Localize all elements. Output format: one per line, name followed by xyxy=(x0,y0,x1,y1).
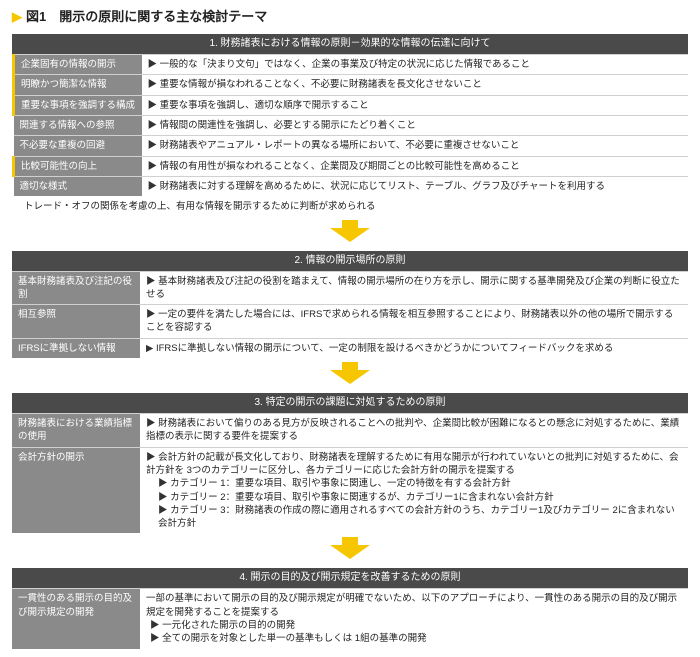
section-2-header: 2. 情報の開示場所の原則 xyxy=(12,251,688,271)
row-desc: 一部の基準において開示の目的及び開示規定が明確でないため、以下のアプローチにより… xyxy=(140,589,688,649)
figure-title: ▶ 図1 開示の原則に関する主な検討テーマ xyxy=(12,8,688,26)
row-label: 比較可能性の向上 xyxy=(14,156,142,176)
row-desc: 情報間の関連性を強調し、必要とする開示にたどり着くこと xyxy=(142,116,689,136)
row-label: 不必要な重複の回避 xyxy=(14,136,142,156)
section-1-header: 1. 財務諸表における情報の原則－効果的な情報の伝達に向けて xyxy=(12,34,688,54)
row-desc: 基本財務諸表及び注記の役割を踏まえて、情報の開示場所の在り方を示し、開示に関する… xyxy=(140,271,688,305)
section-1-table: 企業固有の情報の開示一般的な「決まり文句」ではなく、企業の事業及び特定の状況に応… xyxy=(12,54,688,196)
section-4-table: 一貫性のある開示の目的及び開示規定の開発 一部の基準において開示の目的及び開示規… xyxy=(12,588,688,648)
row-label: IFRSに準拠しない情報 xyxy=(12,338,140,358)
row-desc: IFRSに準拠しない情報の開示について、一定の制限を設けるべきかどうかについてフ… xyxy=(140,338,688,358)
row-label: 相互参照 xyxy=(12,305,140,339)
row-desc: 一定の要件を満たした場合には、IFRSで求められる情報を相互参照することにより、… xyxy=(140,305,688,339)
row-label: 関連する情報への参照 xyxy=(14,116,142,136)
section-1-note: トレード・オフの関係を考慮の上、有用な情報を開示するために判断が求められる xyxy=(24,200,688,213)
triangle-icon: ▶ xyxy=(12,9,22,24)
row-desc: 一般的な「決まり文句」ではなく、企業の事業及び特定の状況に応じた情報であること xyxy=(142,55,689,75)
section-4-header: 4. 開示の目的及び開示規定を改善するための原則 xyxy=(12,568,688,588)
row-desc: 財務諸表やアニュアル・レポートの異なる場所において、不必要に重複させないこと xyxy=(142,136,689,156)
arrow-icon xyxy=(12,537,688,564)
row-desc: 財務諸表において偏りのある見方が反映されることへの批判や、企業間比較が困難になる… xyxy=(140,414,688,448)
row-label: 会計方針の開示 xyxy=(12,447,140,533)
section-2-table: 基本財務諸表及び注記の役割基本財務諸表及び注記の役割を踏まえて、情報の開示場所の… xyxy=(12,271,688,358)
row-label: 一貫性のある開示の目的及び開示規定の開発 xyxy=(12,589,140,649)
section-3-table: 財務諸表における業績指標の使用 財務諸表において偏りのある見方が反映されることへ… xyxy=(12,413,688,533)
row-desc: 会計方針の記載が長文化しており、財務諸表を理解するために有用な開示が行われていな… xyxy=(140,447,688,533)
arrow-icon xyxy=(12,220,688,247)
figure-title-text: 図1 開示の原則に関する主な検討テーマ xyxy=(26,9,267,24)
row-label: 基本財務諸表及び注記の役割 xyxy=(12,271,140,305)
row-desc: 重要な事項を強調し、適切な順序で開示すること xyxy=(142,95,689,115)
row-label: 企業固有の情報の開示 xyxy=(14,55,142,75)
row-label: 重要な事項を強調する構成 xyxy=(14,95,142,115)
row-label: 明瞭かつ簡潔な情報 xyxy=(14,75,142,95)
section-3-header: 3. 特定の開示の課題に対処するための原則 xyxy=(12,393,688,413)
row-desc: 財務諸表に対する理解を高めるために、状況に応じてリスト、テーブル、グラフ及びチャ… xyxy=(142,176,689,196)
row-desc: 情報の有用性が損なわれることなく、企業間及び期間ごとの比較可能性を高めること xyxy=(142,156,689,176)
row-label: 財務諸表における業績指標の使用 xyxy=(12,414,140,448)
row-desc: 重要な情報が損なわれることなく、不必要に財務諸表を長文化させないこと xyxy=(142,75,689,95)
arrow-icon xyxy=(12,362,688,389)
row-label: 適切な様式 xyxy=(14,176,142,196)
